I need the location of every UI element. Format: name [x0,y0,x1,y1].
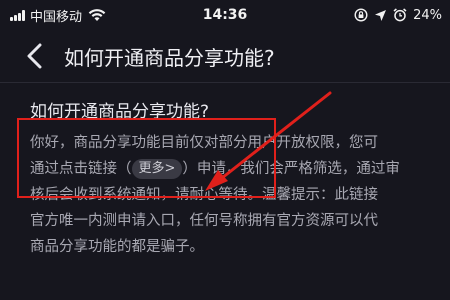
alarm-icon [393,8,407,22]
chevron-left-icon[interactable] [24,43,46,69]
location-icon [375,9,387,21]
status-right-group: 24% [354,8,442,23]
article-line: 商品分享功能的都是骗子。 [30,239,204,255]
screen: 中国移动 14:36 24% 如何开通商品分享功能? 如何开通商品分享功能? 你… [0,0,450,300]
status-time: 14:36 [202,7,248,23]
page-title: 如何开通商品分享功能? [64,45,275,70]
status-bar: 中国移动 14:36 24% [0,0,450,30]
red-highlight-box [17,118,276,198]
article-line: 官方唯一内测申请入口，任何号称拥有官方资源可以代 [30,213,378,229]
signal-icon [10,9,25,21]
nav-bar: 如何开通商品分享功能? [0,30,450,82]
rotation-lock-icon [354,8,368,22]
carrier-label: 中国移动 [30,9,83,25]
wifi-icon [88,9,106,21]
battery-percentage: 24% [413,7,442,23]
nav-divider [0,82,450,83]
